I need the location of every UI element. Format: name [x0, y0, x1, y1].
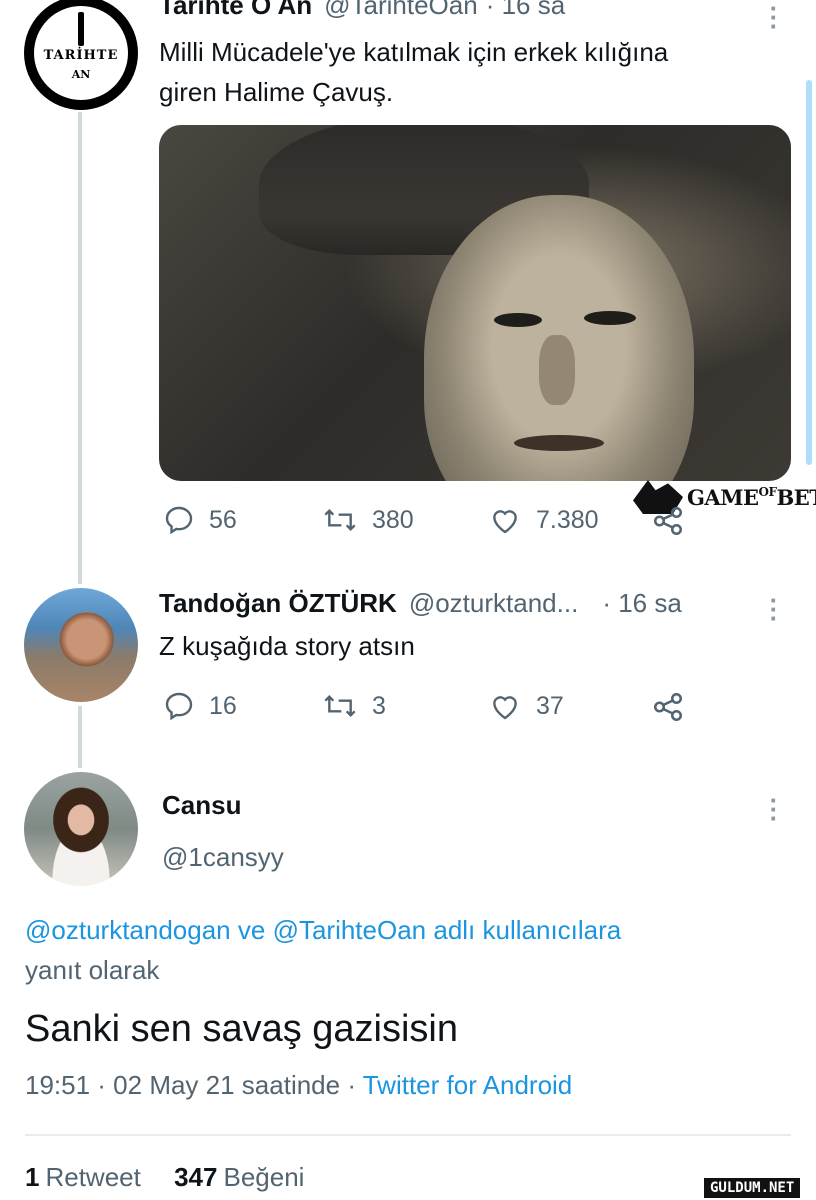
- mention-link[interactable]: @TarihteOan: [273, 915, 427, 945]
- divider: [25, 1134, 791, 1136]
- photo-eye: [494, 313, 542, 327]
- tweet-1-text: Milli Mücadele'ye katılmak için erkek kı…: [159, 32, 668, 112]
- pen-icon: [78, 12, 84, 46]
- thread-line-1: [78, 112, 82, 584]
- guldum-watermark: GULDUM.NET: [704, 1178, 801, 1198]
- like-button[interactable]: 7.380: [488, 504, 599, 536]
- retweet-total: 1: [25, 1162, 40, 1192]
- share-button[interactable]: [651, 504, 699, 538]
- replying-to-line1: @ozturktandogan ve @TarihteOan adlı kull…: [25, 910, 785, 950]
- focus-tweet-text: Sanki sen savaş gazisisin: [25, 1008, 458, 1050]
- tweet-time[interactable]: · 16 sa: [486, 0, 566, 21]
- scrollbar[interactable]: [806, 80, 812, 465]
- reply-icon: [165, 692, 193, 721]
- photo-nose: [539, 335, 575, 405]
- retweet-button[interactable]: 380: [322, 504, 414, 536]
- retweet-icon: [324, 694, 356, 718]
- tweet-meta: 19:51 · 02 May 21 saatinde · Twitter for…: [25, 1070, 572, 1101]
- tweet-timestamp[interactable]: 19:51 · 02 May 21 saatinde ·: [25, 1070, 363, 1100]
- replying-to: @ozturktandogan ve @TarihteOan adlı kull…: [25, 910, 785, 990]
- reply-button[interactable]: 16: [163, 690, 237, 722]
- reply-count: 56: [209, 505, 237, 534]
- reply-tail: adlı kullanıcılara: [426, 915, 622, 945]
- thread-line-2: [78, 706, 82, 768]
- share-icon: [653, 692, 683, 722]
- reply-button[interactable]: 56: [163, 504, 237, 536]
- tweet-photo[interactable]: [159, 125, 791, 481]
- more-icon[interactable]: · · ·: [764, 0, 784, 39]
- share-icon: [653, 506, 683, 536]
- reply-icon: [165, 506, 193, 535]
- avatar-logo-text: TARİHTE: [43, 48, 119, 63]
- focus-author-name[interactable]: Cansu: [162, 790, 241, 821]
- tweet-2-text: Z kuşağıda story atsın: [159, 631, 415, 661]
- author-handle[interactable]: @ozturktand...: [409, 588, 578, 619]
- more-icon[interactable]: · · ·: [764, 587, 784, 631]
- avatar-tarihte[interactable]: TARİHTE AN: [24, 0, 138, 110]
- photo-mouth: [514, 435, 604, 451]
- tweet-1-header: Tarihte O An @TarihteOan · 16 sa: [159, 0, 565, 21]
- like-icon: [493, 696, 517, 720]
- author-name[interactable]: Tandoğan ÖZTÜRK: [159, 588, 397, 619]
- more-icon[interactable]: · · ·: [764, 787, 784, 831]
- avatar-logo-sub: AN: [71, 68, 91, 81]
- tweet-time[interactable]: · 16 sa: [602, 588, 682, 619]
- author-handle[interactable]: @TarihteOan: [324, 0, 478, 21]
- photo-eye: [584, 311, 636, 325]
- author-name[interactable]: Tarihte O An: [159, 0, 312, 21]
- retweet-label: Retweet: [45, 1162, 141, 1192]
- like-total: 347: [174, 1162, 218, 1192]
- tweet-1-line1: Milli Mücadele'ye katılmak için erkek kı…: [159, 37, 669, 67]
- like-label: Beğeni: [223, 1162, 305, 1192]
- likes-stat[interactable]: 347 Beğeni: [174, 1162, 304, 1192]
- like-count: 7.380: [536, 505, 599, 534]
- tweet-1-line2: giren Halime Çavuş.: [159, 77, 394, 107]
- retweets-stat[interactable]: 1 Retweet: [25, 1162, 141, 1192]
- share-button[interactable]: [651, 690, 699, 724]
- like-button[interactable]: 37: [488, 690, 564, 722]
- avatar-cansu[interactable]: [24, 772, 138, 886]
- tweet-2-header: Tandoğan ÖZTÜRK @ozturktand... · 16 sa: [159, 588, 682, 619]
- tweet-source-link[interactable]: Twitter for Android: [363, 1070, 573, 1100]
- avatar-tandogan[interactable]: [24, 588, 138, 702]
- mention-link[interactable]: @ozturktandogan: [25, 915, 231, 945]
- photo-face: [424, 195, 694, 481]
- reply-count: 16: [209, 691, 237, 720]
- retweet-count: 3: [372, 691, 386, 720]
- like-icon: [493, 510, 517, 534]
- focus-author-handle[interactable]: @1cansyy: [162, 842, 284, 873]
- replying-to-line2: yanıt olarak: [25, 955, 160, 985]
- gameofbet-text: GAMEOFBET: [687, 484, 816, 510]
- tweet-stats: 1 Retweet 347 Beğeni: [25, 1162, 304, 1193]
- like-count: 37: [536, 691, 564, 720]
- retweet-count: 380: [372, 505, 414, 534]
- retweet-icon: [324, 508, 356, 532]
- reply-ve: ve: [230, 915, 273, 945]
- retweet-button[interactable]: 3: [322, 690, 386, 722]
